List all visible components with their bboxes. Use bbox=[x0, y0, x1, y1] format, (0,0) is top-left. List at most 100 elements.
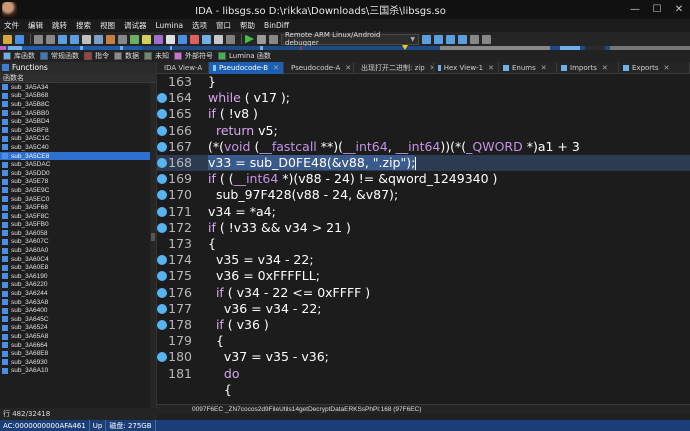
function-list-item[interactable]: sub_3A5BF8 bbox=[0, 126, 150, 135]
tab--zip[interactable]: 出现打开二进制: zip✕ bbox=[354, 61, 434, 74]
function-list-item[interactable]: sub_3A6524 bbox=[0, 324, 150, 333]
code-line[interactable]: 175 v36 = 0xFFFFLL; bbox=[157, 268, 690, 284]
search-icon[interactable] bbox=[70, 34, 79, 44]
breakpoint-dot-icon[interactable] bbox=[157, 271, 167, 282]
function-name-column-header[interactable]: 函数名 bbox=[0, 73, 156, 83]
function-list-item[interactable]: sub_3A6220 bbox=[0, 281, 150, 290]
menu-window[interactable]: 窗口 bbox=[216, 20, 231, 31]
function-list-item[interactable]: sub_3A5B68 bbox=[0, 92, 150, 101]
function-icon[interactable] bbox=[106, 34, 115, 44]
decompile-icon[interactable] bbox=[202, 34, 211, 44]
jump-icon[interactable] bbox=[58, 34, 67, 44]
close-tab-icon[interactable]: ✕ bbox=[602, 64, 608, 72]
code-line[interactable]: 170 sub_97F428(v88 - 24, &v87); bbox=[157, 187, 690, 203]
patch-icon[interactable] bbox=[214, 34, 223, 44]
function-list-item[interactable]: sub_3A5A34 bbox=[0, 83, 150, 92]
function-list-item[interactable]: sub_3A5E78 bbox=[0, 178, 150, 187]
breakpoint-dot-icon[interactable] bbox=[157, 222, 167, 233]
breakpoint-dot-icon[interactable] bbox=[157, 141, 167, 152]
code-icon[interactable] bbox=[130, 34, 139, 44]
function-list-item[interactable]: sub_3A5B8C bbox=[0, 100, 150, 109]
run-to-cursor-icon[interactable] bbox=[458, 34, 467, 44]
function-list-item[interactable]: sub_3A5FB0 bbox=[0, 221, 150, 230]
breakpoint-dot-icon[interactable] bbox=[157, 109, 167, 120]
text-icon[interactable] bbox=[82, 34, 91, 44]
code-line[interactable]: 168 v33 = sub_D0FE48(&v88, ".zip"); bbox=[157, 155, 690, 172]
code-line[interactable]: 178 if ( v36 ) bbox=[157, 317, 690, 333]
step-over-icon[interactable] bbox=[434, 34, 443, 44]
code-line[interactable]: 169 if ( (__int64 *)(v88 - 24) != &qword_… bbox=[157, 171, 690, 187]
function-list-item[interactable]: sub_3A5DD0 bbox=[0, 169, 150, 178]
function-list-item[interactable]: sub_3A5DAC bbox=[0, 160, 150, 169]
menu-edit[interactable]: 编辑 bbox=[28, 20, 43, 31]
string-icon[interactable] bbox=[166, 34, 175, 44]
function-list-item[interactable]: sub_3A607C bbox=[0, 238, 150, 247]
function-list-item[interactable]: sub_3A5F8C bbox=[0, 212, 150, 221]
breakpoint-dot-icon[interactable] bbox=[157, 93, 167, 104]
code-line[interactable]: 177 v36 = v34 - 22; bbox=[157, 301, 690, 317]
function-list-item[interactable]: sub_3A68E8 bbox=[0, 349, 150, 358]
function-list-item[interactable]: sub_3A6244 bbox=[0, 289, 150, 298]
menu-jump[interactable]: 跳转 bbox=[52, 20, 67, 31]
close-tab-icon[interactable]: ✕ bbox=[345, 64, 351, 72]
struct-icon[interactable] bbox=[154, 34, 163, 44]
tab-exports[interactable]: Exports ✕ bbox=[619, 61, 690, 74]
menu-lumina[interactable]: Lumina bbox=[156, 21, 184, 30]
code-line[interactable]: 163} bbox=[157, 74, 690, 90]
function-list-item[interactable]: sub_3A5CE8 bbox=[0, 151, 150, 161]
function-list-item[interactable]: sub_3A5BB0 bbox=[0, 109, 150, 118]
function-list-item[interactable]: sub_3A5C1C bbox=[0, 135, 150, 144]
close-tab-icon[interactable]: ✕ bbox=[273, 64, 279, 72]
back-arrow-icon[interactable] bbox=[34, 34, 43, 44]
tab-ida-view-a[interactable]: IDA View-A✕ bbox=[157, 61, 209, 74]
menu-search[interactable]: 搜索 bbox=[76, 20, 91, 31]
code-line[interactable]: 171 v34 = *a4; bbox=[157, 204, 690, 220]
menu-debugger[interactable]: 调试器 bbox=[124, 20, 147, 31]
code-line[interactable]: 181 do bbox=[157, 366, 690, 382]
minimize-button[interactable]: — bbox=[624, 4, 646, 15]
tab-enums[interactable]: Enums ✕ bbox=[499, 61, 557, 74]
code-line[interactable]: 176 if ( v34 - 22 <= 0xFFFF ) bbox=[157, 285, 690, 301]
close-tab-icon[interactable]: ✕ bbox=[488, 64, 494, 72]
breakpoint-dot-icon[interactable] bbox=[157, 287, 167, 298]
function-list-item[interactable]: sub_3A6190 bbox=[0, 272, 150, 281]
breakpoint-dot-icon[interactable] bbox=[157, 158, 167, 168]
function-list-item[interactable]: sub_3A6930 bbox=[0, 358, 150, 367]
step-into-icon[interactable] bbox=[422, 34, 431, 44]
code-line[interactable]: 166 return v5; bbox=[157, 123, 690, 139]
breakpoint-dot-icon[interactable] bbox=[157, 303, 167, 314]
tab-hex-view-1[interactable]: Hex View-1 ✕ bbox=[434, 61, 499, 74]
xref-icon[interactable] bbox=[190, 34, 199, 44]
function-list-item[interactable]: sub_3A60E8 bbox=[0, 263, 150, 272]
menu-file[interactable]: 文件 bbox=[4, 20, 19, 31]
code-line[interactable]: 173 { bbox=[157, 236, 690, 252]
data-icon[interactable] bbox=[142, 34, 151, 44]
hex-icon[interactable] bbox=[94, 34, 103, 44]
open-folder-icon[interactable] bbox=[3, 34, 12, 44]
function-list-item[interactable]: sub_3A60C4 bbox=[0, 255, 150, 264]
code-line[interactable]: 180 v37 = v35 - v36; bbox=[157, 349, 690, 365]
breakpoint-dot-icon[interactable] bbox=[157, 190, 167, 201]
close-tab-icon[interactable]: ✕ bbox=[541, 64, 547, 72]
function-list-item[interactable]: sub_3A6058 bbox=[0, 229, 150, 238]
pseudocode-view[interactable]: 163} 164 while ( v17 ); 165 if ( !v8 ) 166 re… bbox=[157, 74, 690, 404]
maximize-button[interactable]: ☐ bbox=[646, 4, 668, 15]
function-list-item[interactable]: sub_3A6A10 bbox=[0, 367, 150, 376]
breakpoint-dot-icon[interactable] bbox=[157, 206, 167, 217]
function-list-item[interactable]: sub_3A6664 bbox=[0, 341, 150, 350]
function-list-item[interactable]: sub_3A6400 bbox=[0, 306, 150, 315]
pause-icon[interactable] bbox=[257, 34, 266, 44]
save-icon[interactable] bbox=[15, 34, 24, 44]
function-list-item[interactable]: sub_3A63A8 bbox=[0, 298, 150, 307]
play-icon[interactable] bbox=[245, 34, 254, 44]
menu-options[interactable]: 选项 bbox=[192, 20, 207, 31]
tab-pseudocode-b[interactable]: Pseudocode-B ✕ bbox=[209, 61, 284, 74]
code-line[interactable]: 165 if ( !v8 ) bbox=[157, 106, 690, 122]
debugger-select[interactable]: Remote ARM Linux/Android debugger ▼ bbox=[281, 31, 419, 47]
forward-arrow-icon[interactable] bbox=[46, 34, 55, 44]
breakpoint-dot-icon[interactable] bbox=[157, 320, 167, 330]
trace-icon[interactable] bbox=[482, 34, 491, 44]
tab-imports[interactable]: Imports ✕ bbox=[557, 61, 619, 74]
function-list-item[interactable]: sub_3A645C bbox=[0, 315, 150, 324]
close-button[interactable]: ✕ bbox=[668, 4, 690, 15]
